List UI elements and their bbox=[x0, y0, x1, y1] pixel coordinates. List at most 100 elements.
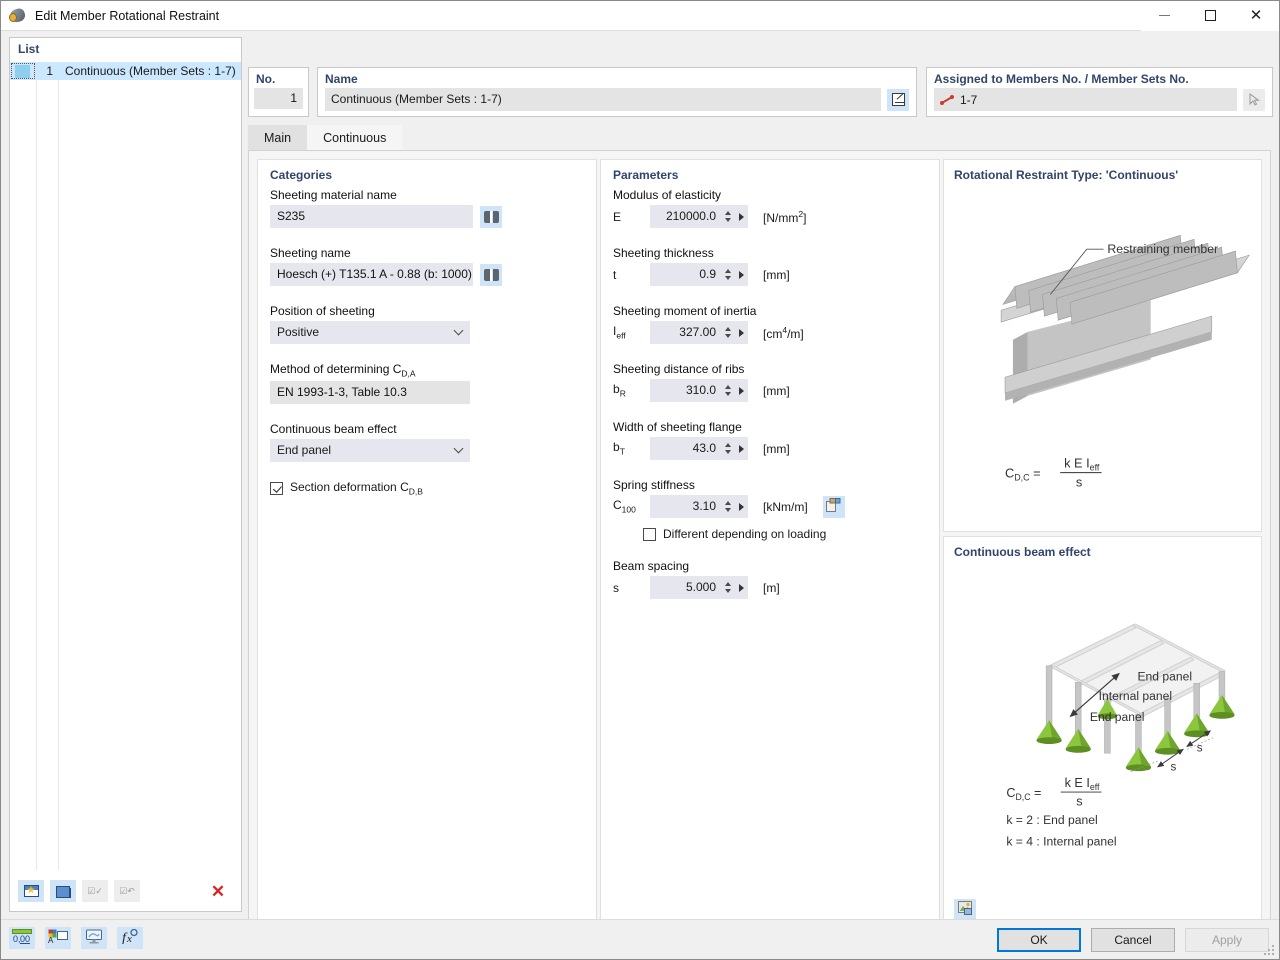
sheeting-material-input[interactable]: S235 bbox=[270, 205, 473, 228]
color-swatch bbox=[15, 64, 30, 78]
apply-button[interactable]: Apply bbox=[1185, 928, 1269, 952]
spinner-more-icon[interactable] bbox=[734, 437, 748, 460]
sheeting-thickness-input[interactable]: 0.9 bbox=[650, 263, 722, 286]
modulus-of-elasticity-unit: [N/mm2] bbox=[763, 209, 806, 225]
display-properties-button[interactable]: A bbox=[45, 927, 71, 949]
ok-button[interactable]: OK bbox=[997, 928, 1081, 952]
list-panel: List 1 Continuous (Member Sets : 1-7) ★ bbox=[9, 37, 242, 912]
spring-stiffness-input[interactable]: 3.10 bbox=[650, 495, 722, 518]
sheeting-distance-of-ribs-symbol: bR bbox=[613, 382, 643, 398]
list-header: List bbox=[18, 42, 40, 56]
spinner-more-icon[interactable] bbox=[734, 576, 748, 599]
k-internal-panel-note: k = 4 : Internal panel bbox=[1006, 834, 1116, 848]
copy-item-button[interactable] bbox=[50, 880, 76, 902]
spinner-buttons[interactable] bbox=[722, 379, 734, 402]
modulus-of-elasticity-symbol: E bbox=[613, 209, 622, 224]
internal-panel-label: Internal panel bbox=[1099, 689, 1172, 703]
pick-cursor-icon bbox=[1249, 93, 1260, 106]
different-depending-on-loading-row[interactable]: Different depending on loading bbox=[601, 527, 939, 541]
name-edit-button[interactable] bbox=[887, 88, 909, 111]
invert-selection-button[interactable]: ☑↶ bbox=[114, 880, 140, 902]
unit-suffix: ] bbox=[786, 441, 790, 456]
cancel-button[interactable]: Cancel bbox=[1091, 928, 1175, 952]
svg-text:s: s bbox=[1076, 795, 1082, 809]
select-all-button[interactable]: ☑✓ bbox=[82, 880, 108, 902]
unit-prefix: [mm bbox=[763, 441, 787, 456]
spinner-more-icon[interactable] bbox=[734, 379, 748, 402]
sheeting-distance-of-ribs-input[interactable]: 310.0 bbox=[650, 379, 722, 402]
units-decimals-button[interactable]: 0, 00 bbox=[9, 927, 35, 949]
sheeting-thickness-stepper[interactable]: 0.9 bbox=[650, 263, 748, 286]
name-input[interactable]: Continuous (Member Sets : 1-7) bbox=[325, 88, 881, 111]
spinner-buttons[interactable] bbox=[722, 263, 734, 286]
list-item[interactable]: 1 Continuous (Member Sets : 1-7) bbox=[10, 62, 241, 80]
pick-members-button[interactable] bbox=[1243, 88, 1265, 111]
close-button[interactable]: ✕ bbox=[1233, 0, 1279, 31]
modulus-of-elasticity-row: E 210000.0 [N/mm2] bbox=[601, 205, 939, 228]
sheeting-thickness-row: t 0.9 [mm] bbox=[601, 263, 939, 286]
beam-spacing-stepper[interactable]: 5.000 bbox=[650, 576, 748, 599]
section-deformation-checkbox[interactable] bbox=[270, 482, 283, 496]
new-item-button[interactable]: ★ bbox=[18, 880, 44, 902]
figure-export-button[interactable] bbox=[954, 899, 976, 919]
sheeting-name-input[interactable]: Hoesch (+) T135.1 A - 0.88 (b: 1000) | D bbox=[270, 263, 473, 286]
sheeting-distance-of-ribs-stepper[interactable]: 310.0 bbox=[650, 379, 748, 402]
beam-spacing-row: s 5.000 [m] bbox=[601, 576, 939, 599]
width-of-sheeting-flange-stepper[interactable]: 43.0 bbox=[650, 437, 748, 460]
dialog-window: Edit Member Rotational Restraint ✕ List … bbox=[0, 0, 1280, 960]
list-item-number: 1 bbox=[46, 64, 53, 78]
width-of-sheeting-flange-input[interactable]: 43.0 bbox=[650, 437, 722, 460]
section-deformation-row[interactable]: Section deformation CD,B bbox=[258, 480, 596, 497]
name-box: Name Continuous (Member Sets : 1-7) bbox=[317, 67, 917, 117]
formula-button[interactable]: f x bbox=[117, 927, 143, 949]
beam-spacing-label: Beam spacing bbox=[613, 559, 690, 573]
spring-stiffness-table-button[interactable] bbox=[822, 495, 845, 518]
sheeting-moment-of-inertia-symbol: Ieff bbox=[613, 324, 643, 340]
number-field[interactable]: 1 bbox=[254, 88, 303, 109]
continuous-beam-effect-select[interactable]: End panel bbox=[270, 439, 470, 463]
minimize-button[interactable] bbox=[1141, 0, 1187, 31]
assigned-members-value: 1-7 bbox=[960, 92, 978, 107]
modulus-of-elasticity-stepper[interactable]: 210000.0 bbox=[650, 205, 748, 228]
symbol-subscript: T bbox=[619, 446, 625, 457]
spinner-buttons[interactable] bbox=[722, 205, 734, 228]
resize-grip[interactable] bbox=[1264, 945, 1276, 957]
maximize-button[interactable] bbox=[1187, 0, 1233, 31]
spinner-more-icon[interactable] bbox=[734, 263, 748, 286]
modulus-of-elasticity-input[interactable]: 210000.0 bbox=[650, 205, 722, 228]
tab-main[interactable]: Main bbox=[248, 125, 308, 150]
position-of-sheeting-select[interactable]: Positive bbox=[270, 321, 470, 344]
svg-text:00: 00 bbox=[20, 934, 30, 944]
tab-continuous[interactable]: Continuous bbox=[307, 125, 403, 150]
method-label: Method of determining CD,A bbox=[258, 362, 596, 381]
sheeting-moment-of-inertia-stepper[interactable]: 327.00 bbox=[650, 321, 748, 344]
chevron-down-icon bbox=[453, 325, 464, 336]
spinner-buttons[interactable] bbox=[722, 321, 734, 344]
sheeting-name-browse-button[interactable] bbox=[480, 263, 502, 286]
continuous-beam-effect-figure-title: Continuous beam effect bbox=[954, 545, 1091, 559]
spinner-buttons[interactable] bbox=[722, 437, 734, 460]
rotational-restraint-figure-title: Rotational Restraint Type: 'Continuous' bbox=[954, 168, 1179, 182]
book-icon bbox=[483, 210, 499, 223]
beam-spacing-input[interactable]: 5.000 bbox=[650, 576, 722, 599]
spinner-buttons[interactable] bbox=[722, 576, 734, 599]
svg-text:CD,C =: CD,C = bbox=[1006, 786, 1041, 802]
position-of-sheeting-label: Position of sheeting bbox=[270, 304, 375, 318]
unit-prefix: [mm bbox=[763, 383, 787, 398]
symbol-subscript: R bbox=[619, 388, 626, 399]
sheeting-material-browse-button[interactable] bbox=[480, 205, 502, 228]
checkbox-swap-icon: ☑↶ bbox=[119, 885, 135, 896]
method-label-subscript: D,A bbox=[401, 368, 416, 379]
list-item-color-cell[interactable] bbox=[10, 62, 36, 80]
svg-text:CD,C =: CD,C = bbox=[1005, 466, 1041, 483]
spinner-more-icon[interactable] bbox=[734, 205, 748, 228]
spinner-buttons[interactable] bbox=[722, 495, 734, 518]
assigned-members-input[interactable]: 1-7 bbox=[934, 88, 1237, 111]
delete-item-button[interactable]: ✕ bbox=[205, 880, 231, 902]
spinner-more-icon[interactable] bbox=[734, 321, 748, 344]
spring-stiffness-stepper[interactable]: 3.10 bbox=[650, 495, 748, 518]
different-depending-on-loading-checkbox[interactable] bbox=[643, 527, 656, 541]
sheeting-moment-of-inertia-input[interactable]: 327.00 bbox=[650, 321, 722, 344]
view-button[interactable] bbox=[81, 927, 107, 949]
spinner-more-icon[interactable] bbox=[734, 495, 748, 518]
